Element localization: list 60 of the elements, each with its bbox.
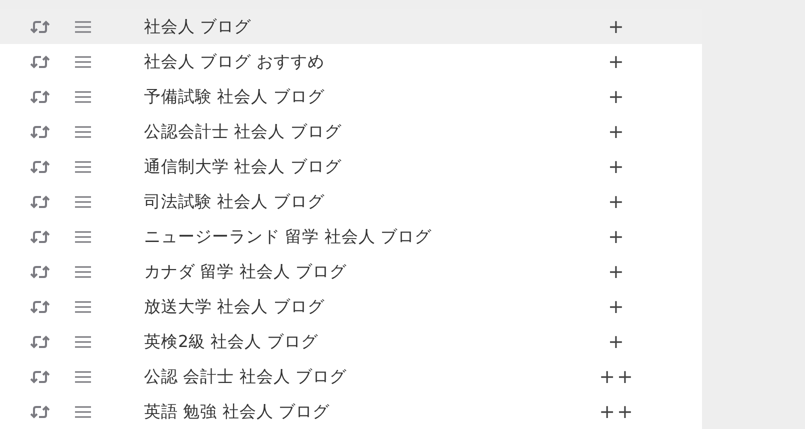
repeat-icon[interactable]	[30, 158, 50, 174]
menu-icon[interactable]	[75, 334, 91, 348]
add-mark[interactable]: ++	[564, 400, 670, 422]
keyword-row[interactable]: 司法試験 社会人 ブログ +	[0, 184, 702, 219]
add-mark[interactable]: +	[564, 50, 670, 72]
keyword-text: 予備試験 社会人 ブログ	[144, 86, 326, 108]
add-mark[interactable]: +	[564, 260, 670, 282]
keyword-text: 英語 勉強 社会人 ブログ	[144, 400, 331, 422]
add-mark[interactable]: +	[564, 16, 670, 38]
add-mark[interactable]: +	[564, 296, 670, 318]
keyword-row[interactable]: 通信制大学 社会人 ブログ +	[0, 149, 702, 184]
keyword-row[interactable]: 英語 勉強 社会人 ブログ ++	[0, 394, 702, 429]
menu-icon[interactable]	[75, 230, 91, 244]
menu-icon[interactable]	[75, 54, 91, 68]
menu-icon[interactable]	[75, 404, 91, 418]
keyword-text: 放送大学 社会人 ブログ	[144, 296, 326, 318]
keyword-text: 社会人 ブログ	[144, 16, 252, 38]
menu-icon[interactable]	[75, 124, 91, 138]
repeat-icon[interactable]	[30, 404, 50, 420]
repeat-icon[interactable]	[30, 194, 50, 210]
keyword-text: 公認会計士 社会人 ブログ	[144, 120, 342, 142]
keyword-row[interactable]: 社会人 ブログ おすすめ +	[0, 44, 702, 79]
keyword-row[interactable]: 英検2級 社会人 ブログ +	[0, 324, 702, 359]
repeat-icon[interactable]	[30, 298, 50, 314]
repeat-icon[interactable]	[30, 18, 50, 34]
repeat-icon[interactable]	[30, 124, 50, 140]
keyword-text: カナダ 留学 社会人 ブログ	[144, 260, 348, 282]
keyword-text: 公認 会計士 社会人 ブログ	[144, 366, 348, 388]
menu-icon[interactable]	[75, 370, 91, 384]
keyword-text: 司法試験 社会人 ブログ	[144, 190, 326, 212]
menu-icon[interactable]	[75, 194, 91, 208]
repeat-icon[interactable]	[30, 334, 50, 350]
keyword-row[interactable]: 公認会計士 社会人 ブログ +	[0, 114, 702, 149]
keyword-row[interactable]: 社会人 ブログ +	[0, 9, 702, 44]
keyword-text: 通信制大学 社会人 ブログ	[144, 156, 342, 178]
menu-icon[interactable]	[75, 264, 91, 278]
add-mark[interactable]: +	[564, 190, 670, 212]
repeat-icon[interactable]	[30, 264, 50, 280]
add-mark[interactable]: +	[564, 156, 670, 178]
keyword-row[interactable]: カナダ 留学 社会人 ブログ +	[0, 254, 702, 289]
repeat-icon[interactable]	[30, 54, 50, 70]
keyword-text: 社会人 ブログ おすすめ	[144, 50, 326, 72]
add-mark[interactable]: +	[564, 330, 670, 352]
repeat-icon[interactable]	[30, 368, 50, 384]
repeat-icon[interactable]	[30, 88, 50, 104]
keyword-row[interactable]: 放送大学 社会人 ブログ +	[0, 289, 702, 324]
keyword-row[interactable]: ニュージーランド 留学 社会人 ブログ +	[0, 219, 702, 254]
keyword-row[interactable]: 予備試験 社会人 ブログ +	[0, 79, 702, 114]
menu-icon[interactable]	[75, 300, 91, 314]
add-mark[interactable]: +	[564, 226, 670, 248]
keyword-row[interactable]: 公認 会計士 社会人 ブログ ++	[0, 359, 702, 394]
add-mark[interactable]: +	[564, 120, 670, 142]
add-mark[interactable]: +	[564, 86, 670, 108]
keyword-text: 英検2級 社会人 ブログ	[144, 330, 319, 352]
menu-icon[interactable]	[75, 90, 91, 104]
menu-icon[interactable]	[75, 20, 91, 34]
add-mark[interactable]: ++	[564, 366, 670, 388]
keyword-text: ニュージーランド 留学 社会人 ブログ	[144, 226, 433, 248]
menu-icon[interactable]	[75, 160, 91, 174]
repeat-icon[interactable]	[30, 228, 50, 244]
